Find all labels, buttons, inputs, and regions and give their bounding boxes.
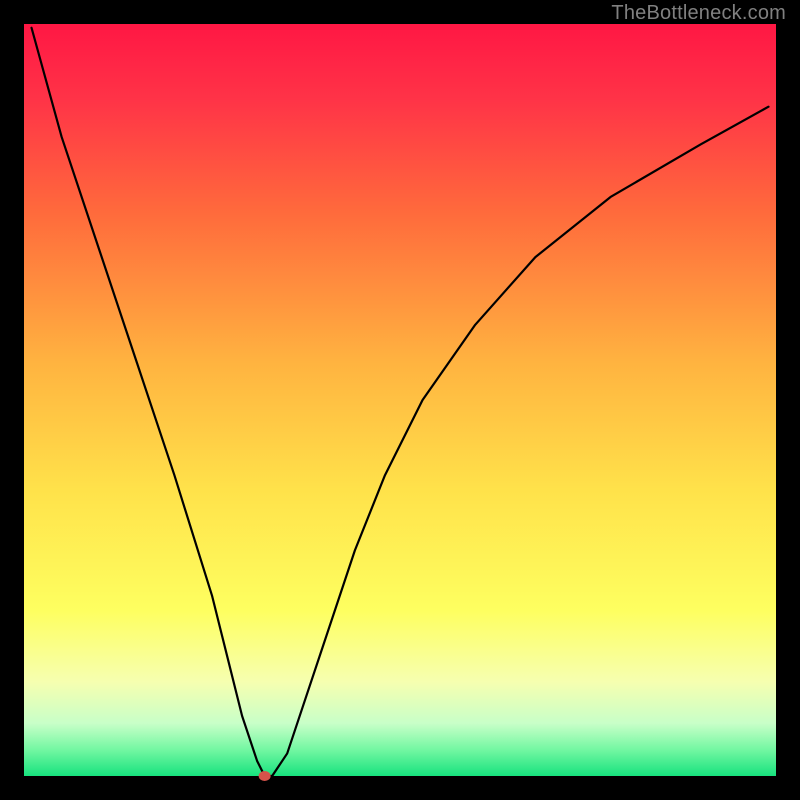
watermark-label: TheBottleneck.com — [611, 2, 786, 25]
plot-background — [24, 24, 776, 776]
bottleneck-chart — [0, 0, 800, 800]
chart-container: TheBottleneck.com — [0, 0, 800, 800]
min-marker — [259, 771, 271, 781]
